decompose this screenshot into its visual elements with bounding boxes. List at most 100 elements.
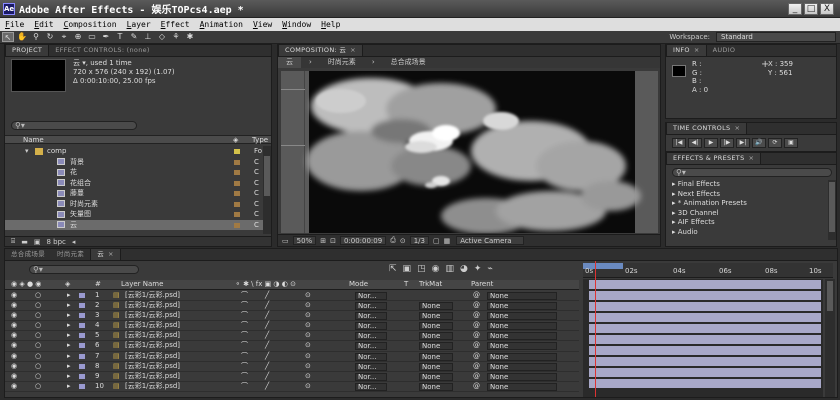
- project-search-input[interactable]: ⚲▾: [11, 121, 137, 130]
- puppet-tool-icon[interactable]: ✱: [184, 32, 196, 42]
- label-swatch[interactable]: [79, 293, 85, 298]
- layer-name[interactable]: [云彩1/云彩.psd]: [125, 291, 180, 301]
- label-swatch[interactable]: [234, 212, 240, 217]
- clone-tool-icon[interactable]: ⊥: [142, 32, 154, 42]
- track-matte-select[interactable]: None: [419, 342, 453, 351]
- shy-switch-icon[interactable]: ⌒: [241, 372, 248, 382]
- shy-switch-icon[interactable]: ⌒: [241, 352, 248, 362]
- list-item[interactable]: 花组合 C: [5, 178, 263, 189]
- layer-duration-bar[interactable]: [589, 324, 821, 333]
- parent-select[interactable]: None: [487, 312, 557, 321]
- expand-arrow-icon[interactable]: ▸: [67, 362, 71, 372]
- column-trkmat[interactable]: TrkMat: [419, 280, 442, 289]
- solo-icon[interactable]: ○: [35, 331, 41, 341]
- track-matte-select[interactable]: None: [419, 332, 453, 341]
- solo-icon[interactable]: ○: [35, 321, 41, 331]
- transparency-grid-icon[interactable]: ▦: [444, 237, 451, 245]
- table-row[interactable]: ◉ ○ ▸ 1 ▤ [云彩1/云彩.psd] ⌒ ╱ ⊙ Nor... @ None: [5, 291, 579, 302]
- column-type[interactable]: Type: [252, 136, 268, 144]
- quality-switch-icon[interactable]: ╱: [265, 291, 269, 301]
- quality-switch-icon[interactable]: ╱: [265, 311, 269, 321]
- menu-file[interactable]: File: [0, 20, 29, 29]
- blend-mode-select[interactable]: Nor...: [355, 312, 387, 321]
- zoom-tool-icon[interactable]: ⚲: [30, 32, 42, 42]
- layer-name[interactable]: [云彩1/云彩.psd]: [125, 352, 180, 362]
- solo-icon[interactable]: ○: [35, 352, 41, 362]
- graph-editor-icon[interactable]: ⌁: [487, 264, 492, 274]
- parent-pickwhip-icon[interactable]: @: [473, 352, 480, 362]
- 3d-layer-switch-icon[interactable]: ⊙: [305, 362, 311, 372]
- eye-icon[interactable]: ◉: [11, 311, 17, 321]
- always-preview-icon[interactable]: ▭: [282, 237, 289, 245]
- quality-switch-icon[interactable]: ╱: [265, 382, 269, 392]
- parent-select[interactable]: None: [487, 322, 557, 331]
- shy-switch-icon[interactable]: ⌒: [241, 291, 248, 301]
- layer-name[interactable]: [云彩1/云彩.psd]: [125, 341, 180, 351]
- layer-duration-bar[interactable]: [589, 346, 821, 355]
- parent-pickwhip-icon[interactable]: @: [473, 301, 480, 311]
- layer-duration-bar[interactable]: [589, 379, 821, 388]
- quality-switch-icon[interactable]: ╱: [265, 321, 269, 331]
- parent-select[interactable]: None: [487, 292, 557, 300]
- camera-tool-icon[interactable]: ⌖: [58, 32, 70, 42]
- rotate-tool-icon[interactable]: ↻: [44, 32, 56, 42]
- tab-time-controls[interactable]: TIME CONTROLS ×: [666, 123, 748, 134]
- column-layer-name[interactable]: Layer Name: [121, 280, 163, 289]
- 3d-layer-switch-icon[interactable]: ⊙: [305, 291, 311, 301]
- current-time-display[interactable]: 0:00:00:09: [339, 236, 387, 245]
- parent-pickwhip-icon[interactable]: @: [473, 311, 480, 321]
- bpc-label[interactable]: 8 bpc: [46, 238, 65, 246]
- label-column-icon[interactable]: ◈: [233, 136, 238, 144]
- show-channel-icon[interactable]: ⊙: [400, 237, 406, 245]
- layer-duration-bar[interactable]: [589, 280, 821, 289]
- blend-mode-select[interactable]: Nor...: [355, 322, 387, 331]
- new-folder-icon[interactable]: ▬: [21, 238, 28, 246]
- menu-composition[interactable]: Composition: [59, 20, 122, 29]
- label-swatch[interactable]: [234, 159, 240, 165]
- pan-behind-tool-icon[interactable]: ⊕: [72, 32, 84, 42]
- close-icon[interactable]: ×: [694, 46, 700, 54]
- close-icon[interactable]: ×: [108, 250, 114, 258]
- tab-effects-presets[interactable]: EFFECTS & PRESETS ×: [666, 153, 762, 164]
- 3d-layer-switch-icon[interactable]: ⊙: [305, 382, 311, 392]
- scrollbar-thumb[interactable]: [827, 281, 833, 311]
- close-icon[interactable]: ×: [749, 154, 755, 162]
- track-matte-select[interactable]: None: [419, 322, 453, 331]
- blend-mode-select[interactable]: Nor...: [355, 302, 387, 311]
- mask-visibility-icon[interactable]: ⊡: [330, 237, 336, 245]
- parent-select[interactable]: None: [487, 342, 557, 351]
- label-swatch[interactable]: [234, 191, 240, 196]
- eye-icon[interactable]: ◉: [11, 321, 17, 331]
- blend-mode-select[interactable]: Nor...: [355, 342, 387, 351]
- expand-arrow-icon[interactable]: ▸: [67, 341, 71, 351]
- motion-blur-icon[interactable]: ◕: [460, 264, 468, 274]
- expand-arrow-icon[interactable]: ▸: [67, 382, 71, 392]
- layer-duration-bar[interactable]: [589, 335, 821, 344]
- list-item[interactable]: ▸ AIF Effects: [666, 218, 826, 228]
- label-swatch[interactable]: [79, 323, 85, 329]
- eye-icon[interactable]: ◉: [11, 382, 17, 392]
- eye-icon[interactable]: ◉: [11, 352, 17, 362]
- column-parent[interactable]: Parent: [471, 280, 493, 289]
- expand-arrow-icon[interactable]: ▸: [67, 372, 71, 382]
- shy-switch-icon[interactable]: ⌒: [241, 331, 248, 341]
- next-frame-button[interactable]: |▶: [720, 138, 734, 148]
- tab-effect-controls[interactable]: EFFECT CONTROLS: (none): [49, 45, 156, 56]
- track-matte-select[interactable]: None: [419, 312, 453, 321]
- composition-viewer[interactable]: [281, 71, 658, 234]
- effects-scrollbar[interactable]: [828, 180, 836, 240]
- quality-switch-icon[interactable]: ╱: [265, 341, 269, 351]
- effects-search-input[interactable]: ⚲▾: [672, 168, 832, 177]
- new-comp-icon[interactable]: ▣: [34, 238, 41, 246]
- selection-tool-icon[interactable]: ↖: [2, 32, 14, 42]
- label-swatch[interactable]: [79, 383, 85, 389]
- scrollbar-thumb[interactable]: [829, 182, 835, 232]
- close-button[interactable]: X: [820, 3, 834, 15]
- menu-effect[interactable]: Effect: [156, 20, 195, 29]
- table-row[interactable]: ◉ ○ ▸ 5 ▤ [云彩1/云彩.psd] ⌒ ╱ ⊙ Nor... None @ None: [5, 331, 579, 342]
- label-swatch[interactable]: [79, 353, 85, 359]
- tab-project[interactable]: PROJECT: [5, 45, 50, 56]
- list-item[interactable]: 云 C: [5, 219, 263, 230]
- tab-audio[interactable]: AUDIO: [707, 45, 742, 56]
- table-row[interactable]: ◉ ○ ▸ 10 ▤ [云彩1/云彩.psd] ⌒ ╱ ⊙ Nor... None @ None: [5, 381, 579, 392]
